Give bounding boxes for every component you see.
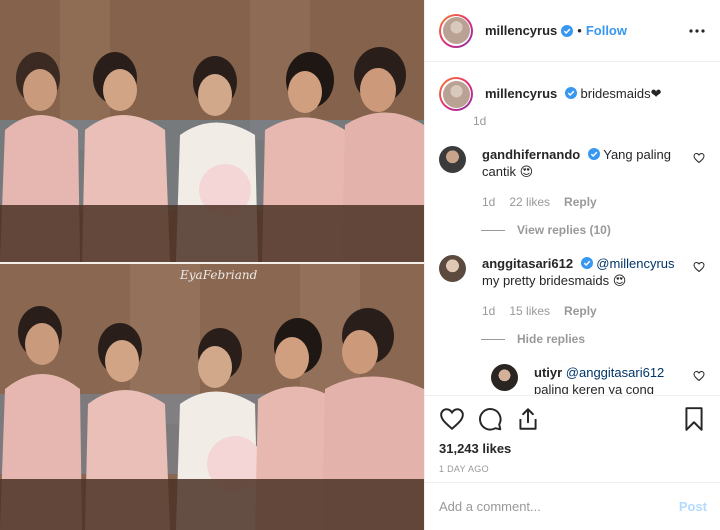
comment-meta: 1d 22 likes Reply xyxy=(482,194,678,211)
likes-count[interactable]: 31,243 likes xyxy=(439,441,707,456)
comment-like-heart-icon[interactable] xyxy=(693,370,705,382)
commenter-avatar[interactable] xyxy=(439,146,466,173)
post-side-panel: millencyrus • Follow millencyrus bridesm… xyxy=(424,0,720,530)
header-separator: • xyxy=(577,23,582,38)
post-photo[interactable]: EyaFebriand xyxy=(0,0,424,530)
comment-username[interactable]: anggitasari612 xyxy=(482,256,573,271)
comment-text: my pretty bridesmaids 😍 xyxy=(482,273,627,288)
comment-username[interactable]: gandhifernando xyxy=(482,147,580,162)
hide-replies-toggle[interactable]: Hide replies xyxy=(481,332,707,346)
comment-item: anggitasari612 @millencyrus my pretty br… xyxy=(439,255,707,320)
comments-list[interactable]: millencyrus bridesmaids❤ 1d gandhifernan… xyxy=(425,63,720,394)
add-comment-bar: Post xyxy=(425,482,720,530)
follow-button[interactable]: Follow xyxy=(586,23,627,38)
comment-like-heart-icon[interactable] xyxy=(693,261,705,273)
caption-time[interactable]: 1d xyxy=(473,114,662,128)
caption-text: bridesmaids❤ xyxy=(580,86,662,101)
verified-badge-icon xyxy=(564,87,577,99)
reply-username[interactable]: utiyr xyxy=(534,365,562,380)
comment-likes[interactable]: 15 likes xyxy=(509,303,550,320)
replies-line xyxy=(481,338,505,340)
comment-item: gandhifernando Yang paling cantik 😍 1d 2… xyxy=(439,146,707,211)
like-heart-icon[interactable] xyxy=(439,406,465,432)
author-username[interactable]: millencyrus xyxy=(485,23,557,38)
comment-mention[interactable]: @millencyrus xyxy=(596,256,674,271)
photo-watermark: EyaFebriand xyxy=(180,268,258,282)
verified-badge-icon xyxy=(587,148,600,160)
comment-bubble-icon[interactable] xyxy=(477,406,503,432)
comment-like-heart-icon[interactable] xyxy=(693,152,705,164)
post-comment-button[interactable]: Post xyxy=(679,499,707,514)
photo-panel-bottom xyxy=(0,264,424,530)
reply-item: utiyr @anggitasari612 paling keren ya co… xyxy=(491,364,707,394)
view-replies-toggle[interactable]: View replies (10) xyxy=(481,223,707,237)
replies-toggle-label: View replies (10) xyxy=(517,223,611,237)
replies-line xyxy=(481,229,505,231)
reply-button[interactable]: Reply xyxy=(564,303,597,320)
post-header: millencyrus • Follow xyxy=(425,0,720,62)
commenter-avatar[interactable] xyxy=(439,255,466,282)
post-actions: 31,243 likes 1 DAY AGO xyxy=(425,395,720,474)
comment-time[interactable]: 1d xyxy=(482,194,495,211)
author-avatar[interactable] xyxy=(439,13,473,48)
post-caption: millencyrus bridesmaids❤ 1d xyxy=(439,77,707,128)
comment-input[interactable] xyxy=(439,499,679,514)
comment-time[interactable]: 1d xyxy=(482,303,495,320)
photo-panel-top xyxy=(0,0,424,262)
reply-text: paling keren ya cong dese 😍♥ xyxy=(534,382,654,394)
caption-username[interactable]: millencyrus xyxy=(485,86,557,101)
comment-meta: 1d 15 likes Reply xyxy=(482,303,678,320)
bookmark-icon[interactable] xyxy=(681,406,707,432)
replies-toggle-label: Hide replies xyxy=(517,332,586,346)
more-options-icon[interactable] xyxy=(688,22,706,40)
replier-avatar[interactable] xyxy=(491,364,518,391)
instagram-post: EyaFebriand millencyrus • Follow millenc… xyxy=(0,0,720,530)
share-icon[interactable] xyxy=(515,406,541,432)
reply-button[interactable]: Reply xyxy=(564,194,597,211)
caption-avatar[interactable] xyxy=(439,77,473,111)
post-date[interactable]: 1 DAY AGO xyxy=(439,464,707,474)
comment-likes[interactable]: 22 likes xyxy=(509,194,550,211)
verified-badge-icon xyxy=(580,257,593,269)
verified-badge-icon xyxy=(561,24,574,37)
reply-mention[interactable]: @anggitasari612 xyxy=(566,365,664,380)
